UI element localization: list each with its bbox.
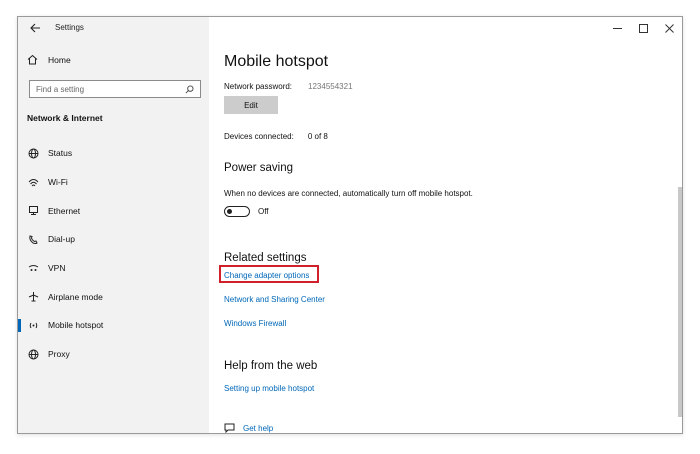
- sidebar-item-label: Mobile hotspot: [48, 320, 104, 331]
- app-title: Settings: [55, 23, 84, 32]
- sidebar-item-mobile-hotspot[interactable]: Mobile hotspot: [18, 311, 209, 340]
- network-sharing-center-link[interactable]: Network and Sharing Center: [224, 295, 325, 304]
- scrollbar[interactable]: [678, 187, 682, 417]
- change-adapter-options-link[interactable]: Change adapter options: [224, 271, 309, 280]
- power-saving-toggle[interactable]: [224, 206, 250, 217]
- search-box[interactable]: [29, 80, 201, 98]
- sidebar-item-label: Wi-Fi: [48, 177, 68, 188]
- home-nav-item[interactable]: Home: [27, 54, 71, 65]
- sidebar-item-wifi[interactable]: Wi-Fi: [18, 168, 209, 197]
- sidebar-item-label: Ethernet: [48, 205, 81, 216]
- close-button[interactable]: [656, 17, 682, 39]
- home-label: Home: [48, 54, 71, 65]
- help-heading: Help from the web: [224, 360, 318, 372]
- close-icon: [664, 23, 674, 33]
- main-content: Mobile hotspot Network password: 12345543…: [209, 17, 682, 433]
- globe-icon: [27, 147, 39, 159]
- get-help-label: Get help: [243, 423, 274, 433]
- maximize-icon: [638, 23, 648, 33]
- hotspot-icon: [27, 319, 39, 331]
- sidebar-item-label: Status: [48, 148, 73, 159]
- search-icon: [185, 84, 194, 93]
- edit-button[interactable]: Edit: [224, 96, 278, 114]
- chat-bubble-icon: [224, 423, 235, 433]
- active-indicator: [18, 319, 21, 333]
- password-label: Network password:: [224, 82, 293, 91]
- related-settings-heading: Related settings: [224, 252, 307, 264]
- password-row: Network password: 1234554321: [224, 82, 353, 91]
- sidebar-item-status[interactable]: Status: [18, 139, 209, 168]
- sidebar-item-vpn[interactable]: VPN: [18, 254, 209, 283]
- sidebar-item-dial-up[interactable]: Dial-up: [18, 225, 209, 254]
- back-arrow-icon: [29, 23, 40, 33]
- maximize-button[interactable]: [630, 17, 656, 39]
- titlebar: Settings: [18, 17, 209, 39]
- search-input[interactable]: [36, 84, 186, 94]
- devices-label: Devices connected:: [224, 132, 294, 141]
- dial-up-icon: [27, 233, 39, 245]
- sidebar-item-label: VPN: [48, 263, 66, 274]
- minimize-icon: [612, 27, 622, 29]
- minimize-button[interactable]: [604, 17, 630, 39]
- sidebar-item-proxy[interactable]: Proxy: [18, 340, 209, 369]
- devices-value: 0 of 8: [307, 132, 328, 141]
- get-help-link[interactable]: Get help: [224, 423, 273, 433]
- sidebar-item-airplane-mode[interactable]: Airplane mode: [18, 282, 209, 311]
- sidebar: Settings Home Network & Internet Status …: [18, 17, 209, 433]
- sidebar-item-label: Dial-up: [48, 234, 75, 245]
- power-saving-description: When no devices are connected, automatic…: [224, 189, 473, 198]
- section-title: Network & Internet: [27, 113, 103, 123]
- windows-firewall-link[interactable]: Windows Firewall: [224, 319, 286, 328]
- ethernet-icon: [27, 205, 39, 217]
- toggle-state-label: Off: [258, 207, 269, 216]
- airplane-icon: [27, 291, 39, 303]
- setting-up-hotspot-link[interactable]: Setting up mobile hotspot: [224, 384, 314, 393]
- wifi-icon: [27, 176, 39, 188]
- home-icon: [27, 54, 38, 65]
- devices-row: Devices connected: 0 of 8: [224, 132, 328, 141]
- sidebar-item-label: Airplane mode: [48, 291, 103, 302]
- settings-window: Settings Home Network & Internet Status …: [17, 16, 683, 434]
- sidebar-item-label: Proxy: [48, 349, 70, 360]
- back-button[interactable]: [27, 20, 43, 36]
- power-saving-heading: Power saving: [224, 162, 294, 174]
- vpn-icon: [27, 262, 39, 274]
- nav-list: Status Wi-Fi Ethernet Dial-up VPN Airpla…: [18, 139, 209, 369]
- password-value: 1234554321: [308, 82, 353, 91]
- page-title: Mobile hotspot: [224, 53, 329, 70]
- power-saving-toggle-row: Off: [224, 206, 269, 217]
- sidebar-item-ethernet[interactable]: Ethernet: [18, 196, 209, 225]
- toggle-knob: [227, 208, 232, 214]
- globe-icon: [27, 348, 39, 360]
